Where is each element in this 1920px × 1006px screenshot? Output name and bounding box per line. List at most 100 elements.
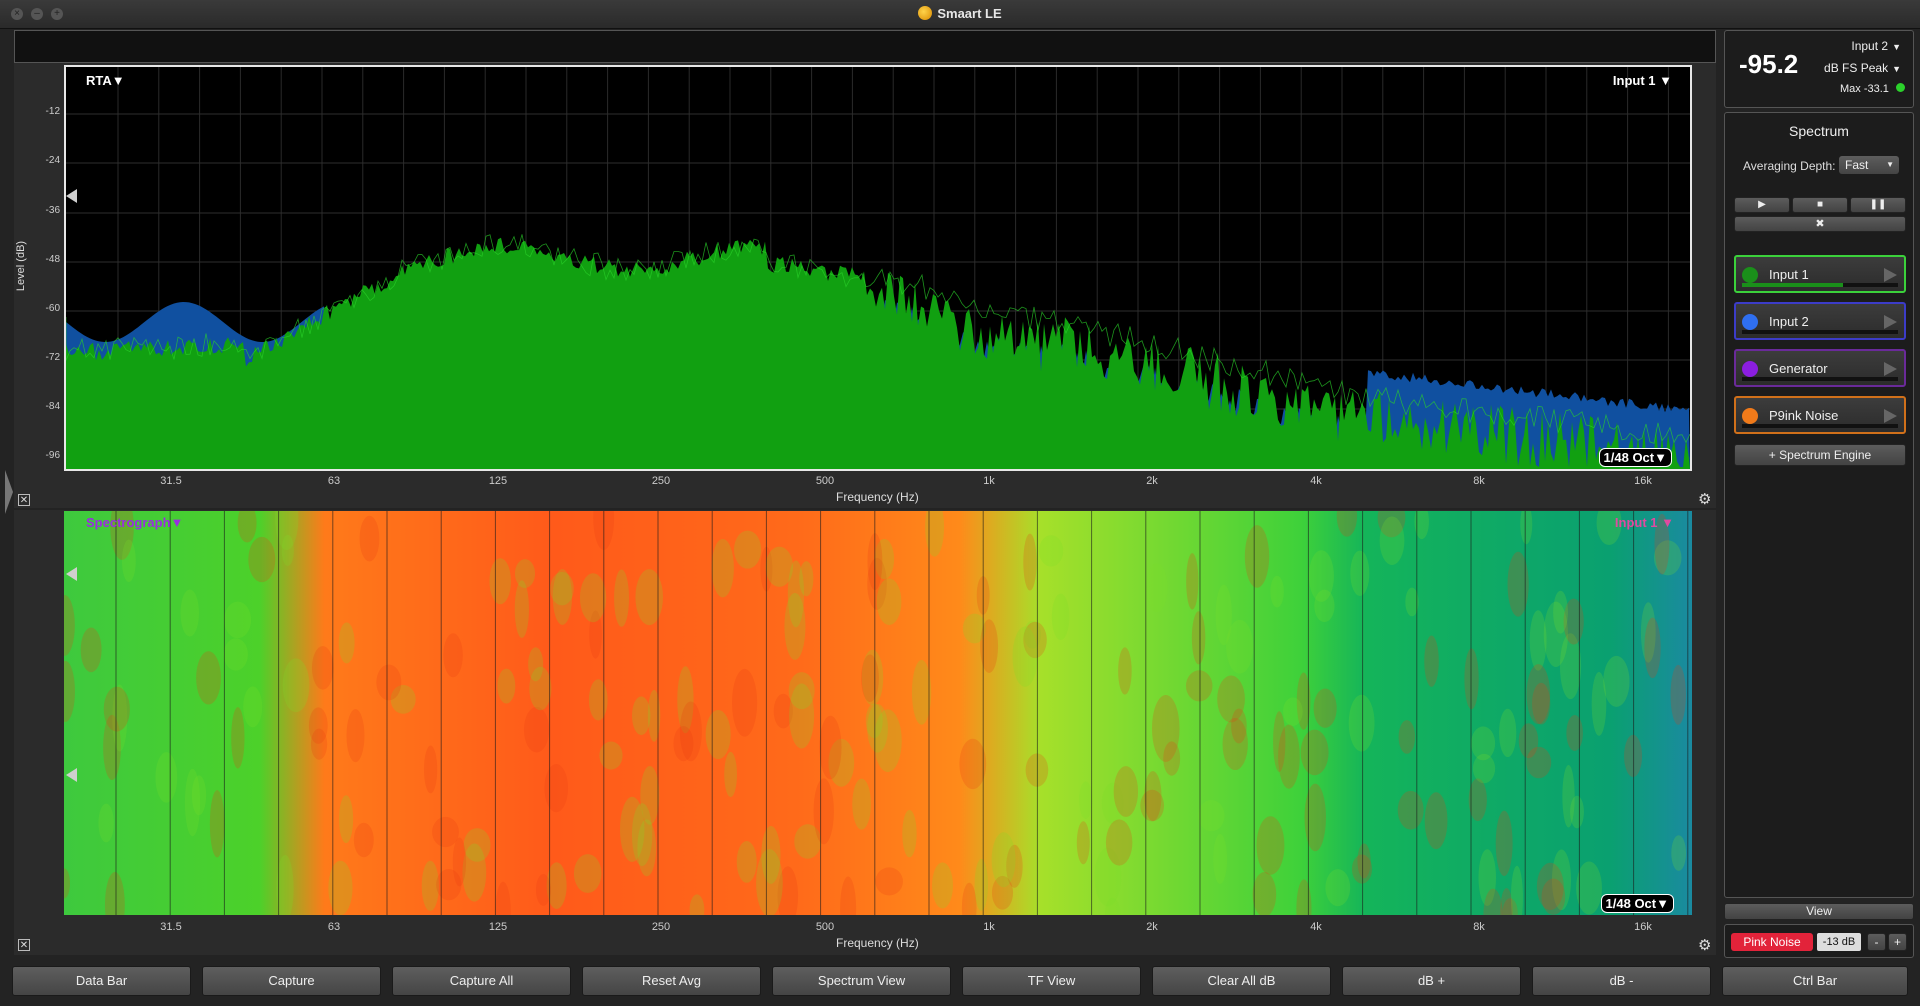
spectrograph-texture	[1146, 563, 1168, 613]
noise-level-increase-button[interactable]: +	[1888, 933, 1907, 951]
generator-color-dot-icon	[1742, 361, 1758, 377]
spectrograph-texture	[788, 672, 815, 710]
rta-close-icon[interactable]: ✕	[18, 494, 30, 506]
spectrograph-close-icon[interactable]: ✕	[18, 939, 30, 951]
spectrograph-texture	[209, 790, 225, 858]
play-button[interactable]: ▶	[1734, 197, 1790, 213]
spectrograph-texture	[711, 538, 734, 598]
data-bar-button[interactable]: Data Bar	[12, 966, 191, 996]
rta-threshold-handle[interactable]	[66, 189, 77, 203]
input-2-play-icon[interactable]	[1884, 315, 1897, 329]
spectrograph-texture	[1270, 575, 1284, 608]
meter-value: -95.2	[1739, 49, 1799, 79]
rta-x-tick-label: 4k	[1310, 475, 1322, 487]
input-1-level-bar	[1742, 283, 1898, 287]
meter-unit-dropdown[interactable]: dB FS Peak ▼	[1824, 61, 1901, 75]
spectrograph-texture	[155, 752, 178, 803]
spectrograph-texture	[1198, 800, 1225, 832]
spectrograph-texture	[635, 569, 663, 626]
rta-resolution-dropdown[interactable]: 1/48 Oct▼	[1598, 448, 1672, 467]
spectrograph-texture	[1670, 664, 1686, 725]
input-1-play-icon[interactable]	[1884, 268, 1897, 282]
input-item-generator[interactable]: Generator	[1734, 349, 1906, 387]
clear-all-db-button[interactable]: Clear All dB	[1152, 966, 1331, 996]
stop-button[interactable]: ■	[1792, 197, 1848, 213]
spectrograph-texture	[535, 874, 551, 906]
spectrograph-texture	[1038, 535, 1064, 567]
rta-resolution-label: 1/48 Oct	[1603, 450, 1655, 465]
spectrograph-input-dropdown[interactable]: Input 1 ▼	[1615, 515, 1674, 530]
generator-play-icon[interactable]	[1884, 362, 1897, 376]
spectrograph-x-tick-label: 4k	[1310, 921, 1322, 933]
pink-noise-play-icon[interactable]	[1884, 409, 1897, 423]
spectrograph-texture	[1256, 816, 1285, 875]
rta-plot[interactable]: RTA▼ Input 1 ▼ 1/48 Oct▼	[64, 65, 1692, 471]
input-item-input-1[interactable]: Input 1	[1734, 255, 1906, 293]
pink-noise-button[interactable]: Pink Noise	[1731, 933, 1813, 951]
pink-noise-color-dot-icon	[1742, 408, 1758, 424]
window-title-text: Smaart LE	[937, 6, 1002, 21]
reset-avg-button[interactable]: Reset Avg	[582, 966, 761, 996]
spectrograph-plot[interactable]: Spectrograph▼ Input 1 ▼ 1/48 Oct▼	[64, 511, 1692, 915]
tools-button[interactable]: ✖	[1734, 216, 1906, 232]
db-minus-button[interactable]: dB -	[1532, 966, 1711, 996]
pause-button[interactable]: ❚❚	[1850, 197, 1906, 213]
spectrograph-settings-gear-icon[interactable]: ⚙	[1698, 936, 1711, 954]
spectrograph-texture	[121, 539, 136, 583]
spectrograph-texture	[514, 580, 529, 638]
meter-input-dropdown[interactable]: Input 2 ▼	[1851, 39, 1901, 53]
spectrum-view-button[interactable]: Spectrum View	[772, 966, 951, 996]
spectrograph-x-tick-label: 250	[651, 921, 671, 933]
bottom-button-bar: Data Bar Capture Capture All Reset Avg S…	[8, 962, 1914, 1000]
ctrl-bar-button[interactable]: Ctrl Bar	[1722, 966, 1908, 996]
spectrograph-texture	[1186, 553, 1199, 610]
meter-unit-label: dB FS Peak	[1824, 61, 1889, 75]
side-expand-handle[interactable]	[5, 470, 13, 514]
input-item-input-2[interactable]: Input 2	[1734, 302, 1906, 340]
spectrograph-texture	[732, 668, 758, 737]
capture-button[interactable]: Capture	[202, 966, 381, 996]
spectrograph-texture	[1300, 729, 1329, 776]
rta-y-tick-label: -84	[45, 401, 60, 412]
tf-view-button[interactable]: TF View	[962, 966, 1141, 996]
spectrograph-texture	[338, 795, 354, 844]
rta-y-tick-label: -12	[45, 106, 60, 117]
spectrograph-texture	[1313, 688, 1337, 728]
spectrograph-texture	[1495, 810, 1513, 877]
rta-x-tick-label: 250	[651, 475, 671, 487]
noise-level-field[interactable]: -13 dB	[1817, 933, 1861, 951]
spectrograph-x-tick-label: 2k	[1146, 921, 1158, 933]
data-bar-area	[14, 30, 1716, 63]
spectrograph-texture	[1562, 765, 1575, 828]
rta-input-label: Input 1	[1612, 73, 1656, 88]
spectrograph-upper-handle[interactable]	[66, 567, 77, 581]
input-2-label: Input 2	[1769, 314, 1809, 329]
rta-x-tick-label: 125	[488, 475, 508, 487]
spectrograph-texture	[489, 558, 511, 605]
input-2-level-bar	[1742, 330, 1898, 334]
add-spectrum-engine-button[interactable]: + Spectrum Engine	[1734, 444, 1906, 466]
db-plus-button[interactable]: dB +	[1342, 966, 1521, 996]
rta-settings-gear-icon[interactable]: ⚙	[1698, 490, 1711, 508]
spectrograph-texture	[787, 560, 805, 628]
spectrograph-texture	[1012, 626, 1038, 687]
rta-mode-dropdown[interactable]: RTA▼	[86, 73, 125, 88]
view-button[interactable]: View	[1724, 903, 1914, 920]
capture-all-button[interactable]: Capture All	[392, 966, 571, 996]
spectrograph-texture	[328, 860, 353, 915]
noise-level-decrease-button[interactable]: -	[1867, 933, 1886, 951]
stop-icon: ■	[1816, 199, 1824, 210]
rta-x-tick-label: 500	[815, 475, 835, 487]
averaging-depth-select[interactable]: Fast ▼	[1839, 156, 1899, 174]
spectrograph-texture	[1118, 647, 1132, 695]
spectrograph-texture	[103, 686, 130, 732]
spectrograph-x-tick-label: 16k	[1634, 921, 1652, 933]
spectrograph-resolution-dropdown[interactable]: 1/48 Oct▼	[1600, 894, 1674, 913]
rta-input-dropdown[interactable]: Input 1 ▼	[1613, 73, 1672, 88]
spectrograph-texture	[1424, 635, 1439, 687]
spectrograph-mode-dropdown[interactable]: Spectrograph▼	[86, 515, 183, 530]
rta-x-tick-label: 1k	[983, 475, 995, 487]
input-item-pink-noise[interactable]: P9ink Noise	[1734, 396, 1906, 434]
spectrograph-lower-handle[interactable]	[66, 768, 77, 782]
spectrograph-texture	[1379, 516, 1405, 566]
